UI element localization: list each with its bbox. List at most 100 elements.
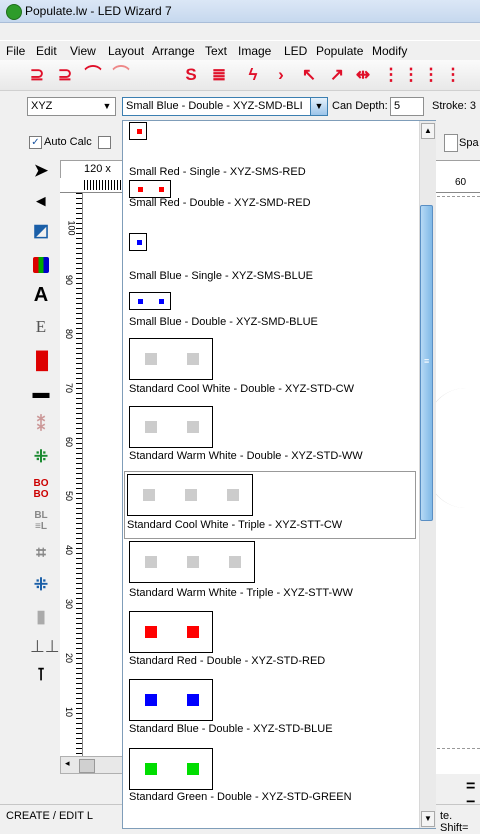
outline-text-icon[interactable]: E <box>30 316 52 338</box>
led-swatch-icon <box>129 611 213 653</box>
led-option-label: Small Red - Double - XYZ-SMD-RED <box>129 197 311 209</box>
ruler-ticks <box>84 180 124 190</box>
ruler-v-label: 30 <box>64 598 75 610</box>
arrow-up-left-tool-icon[interactable]: ↖ <box>300 66 318 84</box>
font-select[interactable]: XYZ ▼ <box>27 97 116 116</box>
can-depth-label: Can Depth: <box>332 100 388 112</box>
channel-letter-tool-icon[interactable]: ⊇ <box>28 66 46 84</box>
led-dot <box>145 694 157 706</box>
dimension-icon[interactable]: ⊺ <box>30 664 52 686</box>
chevron-down-icon[interactable]: ▼ <box>310 98 327 115</box>
bl-icon[interactable]: BL ≡L <box>30 510 52 532</box>
menu-file[interactable]: File <box>6 44 25 58</box>
ruler-v-label: 40 <box>64 544 75 556</box>
s-stripe-tool-icon[interactable]: ≣ <box>210 66 228 84</box>
scroll-up-icon[interactable]: ▲ <box>421 123 435 139</box>
led-dot <box>187 353 199 365</box>
menu-arrange[interactable]: Arrange <box>152 44 195 58</box>
channel-return-tool-icon[interactable]: ⊇ <box>56 66 74 84</box>
led-option[interactable]: Small Red - Single - XYZ-SMS-RED <box>127 122 417 188</box>
ruler-h-label: 60 <box>455 177 467 188</box>
status-right-text: te. Shift= <box>440 810 469 834</box>
can-depth-input[interactable]: 5 <box>390 97 424 116</box>
led-dot <box>159 298 164 304</box>
ruler-v-label: 80 <box>64 328 75 340</box>
ruler-v-label: 60 <box>64 436 75 448</box>
chevron-down-icon[interactable]: ▼ <box>99 98 115 115</box>
arrow-up-right-tool-icon[interactable]: ↗ <box>328 66 346 84</box>
menu-text[interactable]: Text <box>205 44 227 58</box>
text-tool-icon[interactable]: A <box>30 284 52 306</box>
select-arrow-icon[interactable]: ➤ <box>30 160 52 182</box>
led-option-label: Standard Red - Double - XYZ-STD-RED <box>129 655 326 667</box>
color-bars-icon[interactable] <box>33 257 49 273</box>
led-option-label: Standard Warm White - Double - XYZ-STD-W… <box>129 450 363 462</box>
led-dot <box>145 556 157 568</box>
ruler-v-label: 20 <box>64 652 75 664</box>
spacing-input[interactable] <box>444 134 458 152</box>
crop-icon[interactable]: ⌗ <box>30 542 52 564</box>
menu-layout[interactable]: Layout <box>108 44 144 58</box>
ruler-v-label: 100 <box>66 220 77 236</box>
led-option-label: Standard Warm White - Triple - XYZ-STT-W… <box>129 587 353 599</box>
scroll-left-icon[interactable]: ◂ <box>65 758 70 769</box>
dotted-line-3-tool-icon[interactable]: ⋮ <box>422 66 440 84</box>
dotted-line-2-tool-icon[interactable]: ⋮ <box>402 66 420 84</box>
split-tool-icon[interactable]: ⇹ <box>354 66 372 84</box>
led-grid-icon[interactable]: ⁜ <box>30 446 52 468</box>
dotted-line-4-tool-icon[interactable]: ⋮ <box>444 66 462 84</box>
led-option[interactable]: Small Blue - Single - XYZ-SMS-BLUE <box>127 233 417 299</box>
led-option[interactable]: Standard Warm White - Double - XYZ-STD-W… <box>127 406 417 472</box>
led-option[interactable]: Standard Cool White - Double - XYZ-STD-C… <box>127 338 417 404</box>
rectangle-fill-icon[interactable]: ▬ <box>30 382 52 404</box>
scroll-down-icon[interactable]: ▼ <box>421 811 435 827</box>
led-select[interactable]: Small Blue - Double - XYZ-SMD-BLI ▼ <box>122 97 328 116</box>
led-swatch-icon <box>129 180 171 198</box>
zigzag-tool-icon[interactable]: ϟ <box>244 66 262 84</box>
font-select-value: XYZ <box>31 100 53 112</box>
arch-outline-tool-icon[interactable]: ⌒ <box>112 66 130 84</box>
menu-image[interactable]: Image <box>238 44 271 58</box>
transform-icon[interactable]: ◩ <box>30 220 52 242</box>
led-dropdown-list[interactable]: Small Red - Single - XYZ-SMS-RED Small Re… <box>122 120 436 829</box>
ruler-icon[interactable]: ⊥⊥ <box>30 636 60 658</box>
led-option-label: Small Red - Single - XYZ-SMS-RED <box>129 166 306 178</box>
led-dot <box>187 763 199 775</box>
led-option[interactable]: Standard Warm White - Triple - XYZ-STT-W… <box>127 541 417 607</box>
led-dot <box>187 421 199 433</box>
led-option[interactable]: Standard Green - Double - XYZ-STD-GREEN <box>127 748 417 814</box>
menu-populate[interactable]: Populate <box>316 44 363 58</box>
chevron-right-tool-icon[interactable]: › <box>272 66 290 84</box>
menu-modify[interactable]: Modify <box>372 44 407 58</box>
auto-calc-checkbox[interactable]: ✓ <box>29 136 42 149</box>
power-supply-icon[interactable]: ▮ <box>30 606 52 628</box>
menu-edit[interactable]: Edit <box>36 44 57 58</box>
app-logo-icon <box>6 4 22 20</box>
dotted-line-tool-icon[interactable]: ⋮ <box>382 66 400 84</box>
channel-icon[interactable]: ▐▌ <box>30 350 54 372</box>
led-option-label: Standard Cool White - Double - XYZ-STD-C… <box>129 383 354 395</box>
led-option[interactable]: Standard Blue - Double - XYZ-STD-BLUE <box>127 679 417 745</box>
led-swatch-icon <box>127 474 253 516</box>
menu-view[interactable]: View <box>70 44 96 58</box>
title-bar: Populate.lw - LED Wizard 7 <box>0 0 480 23</box>
led-swatch-icon <box>129 406 213 448</box>
canvas-hscroll[interactable]: ◂ <box>60 756 130 774</box>
scroll-thumb[interactable] <box>79 759 95 773</box>
bo-icon[interactable]: BO BO <box>30 478 52 500</box>
led-option-label: Small Blue - Double - XYZ-SMD-BLUE <box>129 316 318 328</box>
menu-led[interactable]: LED <box>284 44 307 58</box>
populate-icon[interactable]: ⁜ <box>30 574 52 596</box>
led-swatch-icon <box>129 541 255 583</box>
node-edit-icon[interactable]: ◂ <box>30 190 52 212</box>
properties-toolbar: XYZ ▼ Small Blue - Double - XYZ-SMD-BLI … <box>0 91 480 117</box>
led-option[interactable]: Standard Red - Double - XYZ-STD-RED <box>127 611 417 677</box>
led-option-label: Standard Blue - Double - XYZ-STD-BLUE <box>129 723 333 735</box>
led-swatch-icon <box>129 748 213 790</box>
led-grid-faded-icon[interactable]: ⁑ <box>30 414 52 436</box>
dropdown-scroll-thumb[interactable]: ≡ <box>420 205 433 521</box>
option-checkbox[interactable] <box>98 136 111 149</box>
led-option[interactable]: Standard Cool White - Triple - XYZ-STT-C… <box>124 471 416 539</box>
arch-tool-icon[interactable]: ⌒ <box>84 66 102 84</box>
s-curve-tool-icon[interactable]: S <box>182 66 200 84</box>
